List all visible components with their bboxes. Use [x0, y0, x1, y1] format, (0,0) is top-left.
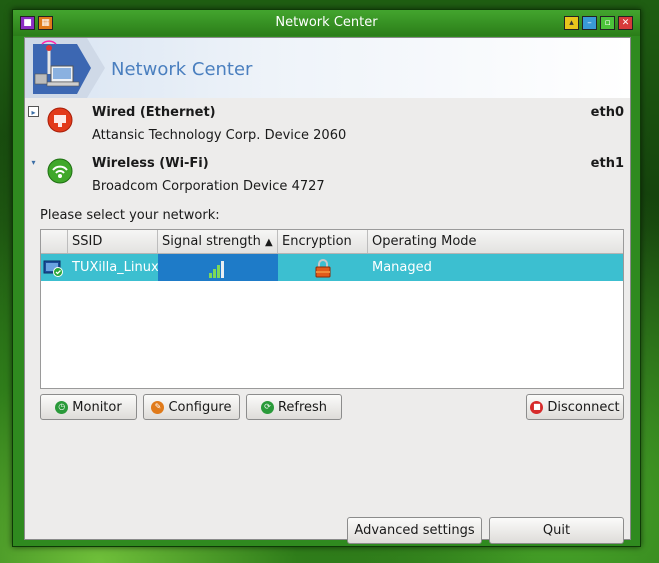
device-description: Broadcom Corporation Device 4727 — [92, 179, 325, 194]
wireless-status-green-icon — [47, 158, 73, 184]
expand-arrow-icon[interactable]: ▸ — [28, 106, 39, 117]
select-network-label: Please select your network: — [40, 208, 220, 223]
refresh-button[interactable]: ⟳ Refresh — [246, 394, 342, 420]
device-wireless[interactable]: ▾ Wireless (Wi-Fi) Broadcom Corporation … — [25, 151, 630, 201]
wireless-network-icon — [43, 260, 63, 277]
table-row[interactable]: TUXilla_Linux Managed — [41, 254, 623, 281]
network-center-window: ■ ▦ Network Center ▴ – ▫ ✕ Network Cente… — [12, 9, 641, 547]
sticky-button[interactable]: ▦ — [38, 16, 53, 30]
wired-status-red-icon — [47, 107, 73, 133]
disconnect-icon: ■ — [530, 400, 544, 414]
title-bar[interactable]: ■ ▦ Network Center ▴ – ▫ ✕ — [13, 10, 640, 36]
device-name: Wired (Ethernet) — [92, 105, 216, 120]
column-header-encryption[interactable]: Encryption — [278, 230, 368, 253]
column-header-mode[interactable]: Operating Mode — [368, 230, 623, 253]
network-table[interactable]: SSID Signal strength ▲ Encryption Operat… — [40, 229, 624, 389]
device-name: Wireless (Wi-Fi) — [92, 156, 209, 171]
refresh-icon: ⟳ — [260, 400, 274, 414]
ssid-cell: TUXilla_Linux — [72, 260, 159, 275]
advanced-settings-button[interactable]: Advanced settings — [347, 517, 482, 544]
configure-button[interactable]: ✎ Configure — [143, 394, 240, 420]
lock-icon — [315, 258, 331, 277]
mode-cell: Managed — [372, 260, 432, 275]
column-header-icon[interactable] — [41, 230, 68, 253]
monitor-button[interactable]: ◷ Monitor — [40, 394, 137, 420]
device-wired[interactable]: ▸ Wired (Ethernet) Attansic Technology C… — [25, 100, 630, 150]
device-description: Attansic Technology Corp. Device 2060 — [92, 128, 347, 143]
column-header-signal[interactable]: Signal strength ▲ — [158, 230, 278, 253]
device-interface: eth1 — [590, 156, 624, 171]
network-icon-cell — [43, 254, 68, 281]
collapse-arrow-icon[interactable]: ▾ — [28, 157, 39, 168]
close-button[interactable]: ✕ — [618, 16, 633, 30]
header-banner: Network Center — [25, 38, 630, 98]
encryption-cell — [278, 254, 368, 281]
device-interface: eth0 — [590, 105, 624, 120]
configure-icon: ✎ — [151, 400, 165, 414]
banner-title: Network Center — [111, 59, 253, 80]
disconnect-button[interactable]: ■ Disconnect — [526, 394, 624, 420]
column-header-ssid[interactable]: SSID — [68, 230, 158, 253]
sort-ascending-icon: ▲ — [264, 237, 273, 248]
monitor-icon: ◷ — [55, 400, 69, 414]
minimize-button[interactable]: – — [582, 16, 597, 30]
signal-strength-bars-icon — [209, 260, 224, 278]
signal-cell — [158, 254, 278, 281]
window-menu-button[interactable]: ■ — [20, 16, 35, 30]
table-header: SSID Signal strength ▲ Encryption Operat… — [41, 230, 623, 254]
window-client-area: Network Center ▸ Wired (Ethernet) Attans… — [24, 37, 631, 544]
window-title: Network Center — [275, 15, 378, 30]
maximize-button[interactable]: ▫ — [600, 16, 615, 30]
shade-button[interactable]: ▴ — [564, 16, 579, 30]
network-center-icon — [25, 38, 105, 98]
quit-button[interactable]: Quit — [489, 517, 624, 544]
